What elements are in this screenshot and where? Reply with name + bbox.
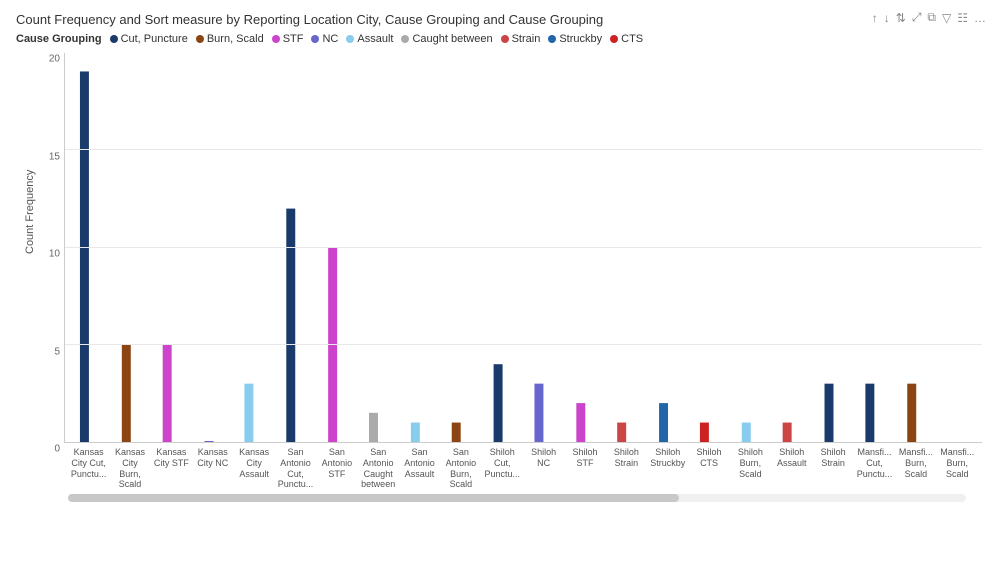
bar-sh-assault [742,423,751,442]
y-axis-label: Count Frequency [24,170,36,254]
y-tick-20: 20 [49,54,60,65]
x-label-kc-cut: KansasCity Cut,Punctu... [68,445,109,490]
legend-dot-strain [501,35,509,43]
bar-sh-struckby [659,403,668,442]
legend-dot-stf [272,35,280,43]
legend-burn-scald: Burn, Scald [196,33,264,45]
bar-sh-nc [534,384,543,442]
legend-text-struckby: Struckby [559,33,602,45]
y-tick-0: 0 [54,444,60,455]
legend-title: Cause Grouping [16,33,102,45]
x-label-ma-cut: Mansfi...Cut,Punctu... [854,445,895,490]
legend-text-assault: Assault [357,33,393,45]
bar-sa-stf [328,248,337,443]
legend-assault: Assault [346,33,393,45]
legend-cts: CTS [610,33,643,45]
x-label-sh-strain: ShilohStrain [606,445,647,490]
legend-text-cts: CTS [621,33,643,45]
x-label-sa-burn: SanAntonioBurn,Scald [440,445,481,490]
y-tick-10: 10 [49,249,60,260]
bar-sa-assault [411,423,420,442]
bar-sa-caught [369,413,378,442]
toolbar[interactable]: ↑ ↓ ⇅ ⤢ ⧉ ▽ ☷ … [872,10,986,25]
x-label-sh-stf: ShilohSTF [564,445,605,490]
legend-caught: Caught between [401,33,492,45]
legend-text-cut: Cut, Puncture [121,33,188,45]
x-label-sh-nc: ShilohNC [523,445,564,490]
sort-desc-icon[interactable]: ↓ [884,11,890,25]
legend-dot-assault [346,35,354,43]
y-axis: Count Frequency 20 15 10 5 0 [16,53,64,443]
legend-dot-cut [110,35,118,43]
x-label-ma-burn1: Mansfi...Burn,Scald [895,445,936,490]
x-label-kc-stf: KansasCity STF [151,445,192,490]
bar-kc-stf [163,345,172,442]
bar-sa-cut [286,209,295,442]
bar-sh-cts [700,423,709,442]
bar-sa-burn [452,423,461,442]
x-label-sa-assault: SanAntonioAssault [399,445,440,490]
legend-dot-burn [196,35,204,43]
bar-sh-strain [617,423,626,442]
legend-cut-puncture: Cut, Puncture [110,33,188,45]
bar-sh-cut [494,364,503,442]
x-labels: KansasCity Cut,Punctu... KansasCityBurn,… [16,445,982,490]
x-label-sa-caught: SanAntonioCaughtbetween [358,445,399,490]
bar-ma-burn1 [865,384,874,442]
legend-stf: STF [272,33,304,45]
legend-text-nc: NC [322,33,338,45]
legend-dot-cts [610,35,618,43]
grid-icon[interactable]: ☷ [957,11,968,25]
expand-icon[interactable]: ⤢ [912,10,922,25]
legend-text-caught: Caught between [412,33,492,45]
scrollbar-thumb[interactable] [68,494,679,502]
bar-kc-assault [244,384,253,442]
x-label-kc-burn: KansasCityBurn,Scald [109,445,150,490]
legend-nc: NC [311,33,338,45]
grid-5 [65,344,982,345]
legend-text-stf: STF [283,33,304,45]
bar-kc-nc [205,441,214,442]
x-label-sh-strain2: ShilohStrain [812,445,853,490]
legend-row: Cause Grouping Cut, Puncture Burn, Scald… [16,33,982,45]
x-label-sh-assault: ShilohAssault [771,445,812,490]
scrollbar-track[interactable] [68,494,966,502]
grid-10 [65,247,982,248]
y-tick-5: 5 [54,346,60,357]
y-tick-15: 15 [49,151,60,162]
x-label-sh-struckby: ShilohStruckby [647,445,688,490]
legend-text-strain: Strain [512,33,541,45]
plot-area [64,53,982,443]
chart-area: Count Frequency 20 15 10 5 0 [16,53,982,443]
bar-kc-burn [122,345,131,442]
x-label-sa-cut: SanAntonioCut,Punctu... [275,445,316,490]
x-label-sh-cts: ShilohCTS [688,445,729,490]
legend-dot-struckby [548,35,556,43]
bar-ma-cut [825,384,834,442]
legend-dot-caught [401,35,409,43]
x-label-kc-assault: KansasCityAssault [233,445,274,490]
x-label-kc-nc: KansasCity NC [192,445,233,490]
copy-icon[interactable]: ⧉ [927,10,936,25]
bar-ma-burn2 [907,384,916,442]
more-icon[interactable]: … [974,11,986,25]
bars-svg [65,53,982,442]
x-label-sa-stf: SanAntonioSTF [316,445,357,490]
grid-15 [65,149,982,150]
x-label-sh-burn: ShilohBurn,Scald [730,445,771,490]
legend-dot-nc [311,35,319,43]
filter-icon[interactable]: ▽ [942,11,951,25]
x-label-ma-burn2: Mansfi...Burn,Scald [937,445,978,490]
sort-asc-icon[interactable]: ↑ [872,11,878,25]
chart-container: ↑ ↓ ⇅ ⤢ ⧉ ▽ ☷ … Count Frequency and Sort… [0,0,998,578]
bar-kc-cut [80,71,89,442]
bar-sh-strain2 [783,423,792,442]
legend-text-burn: Burn, Scald [207,33,264,45]
legend-struckby: Struckby [548,33,602,45]
sort-both-icon[interactable]: ⇅ [896,11,906,25]
bar-sh-stf [576,403,585,442]
chart-title: Count Frequency and Sort measure by Repo… [16,12,982,27]
legend-strain: Strain [501,33,541,45]
x-label-sh-cut: ShilohCut,Punctu... [482,445,523,490]
